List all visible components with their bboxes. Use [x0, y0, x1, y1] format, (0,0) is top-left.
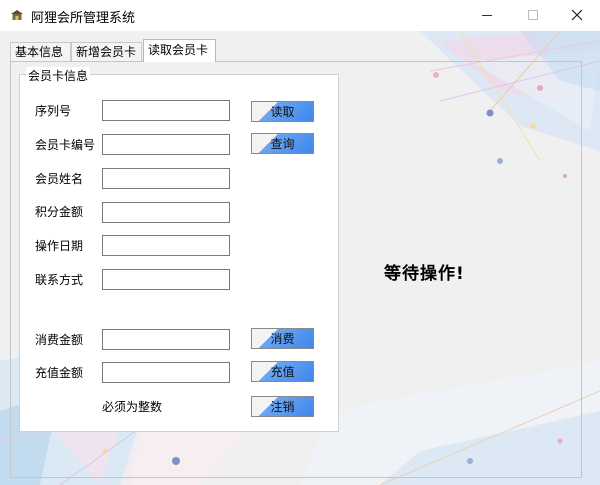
member-name-input[interactable]	[102, 168, 230, 189]
minimize-icon	[481, 14, 492, 16]
serial-number-input[interactable]	[102, 100, 230, 121]
recharge-button[interactable]: 充值	[251, 361, 314, 382]
tab-add-member-card[interactable]: 新增会员卡	[71, 42, 142, 61]
tab-page-read-member-card: 会员卡信息 序列号 读取 会员卡编号 查询 会员姓名 积分金额 操作日期 联系方…	[10, 61, 582, 478]
points-amount-label: 积分金额	[35, 205, 84, 219]
maximize-button[interactable]	[510, 0, 556, 30]
consume-button[interactable]: 消费	[251, 328, 314, 349]
group-title: 会员卡信息	[26, 67, 91, 84]
operation-date-label: 操作日期	[35, 239, 84, 253]
query-button[interactable]: 查询	[251, 133, 314, 154]
cancel-card-button[interactable]: 注销	[251, 396, 314, 417]
member-name-label: 会员姓名	[35, 172, 84, 186]
read-button[interactable]: 读取	[251, 101, 314, 122]
consume-amount-input[interactable]	[102, 329, 230, 350]
points-amount-input[interactable]	[102, 202, 230, 223]
serial-number-label: 序列号	[35, 104, 72, 118]
card-number-label: 会员卡编号	[35, 138, 96, 152]
contact-input[interactable]	[102, 269, 230, 290]
tab-read-member-card[interactable]: 读取会员卡	[143, 39, 216, 62]
contact-label: 联系方式	[35, 273, 84, 287]
operation-date-input[interactable]	[102, 235, 230, 256]
member-card-info-group: 会员卡信息 序列号 读取 会员卡编号 查询 会员姓名 积分金额 操作日期 联系方…	[19, 67, 339, 432]
app-icon	[11, 10, 23, 20]
title-bar: 阿狸会所管理系统	[0, 0, 600, 31]
minimize-button[interactable]	[464, 0, 510, 30]
close-icon	[571, 9, 583, 21]
recharge-amount-input[interactable]	[102, 362, 230, 383]
close-button[interactable]	[554, 0, 600, 30]
integer-hint: 必须为整数	[102, 400, 163, 414]
status-message: 等待操作!	[384, 264, 465, 284]
card-number-input[interactable]	[102, 134, 230, 155]
recharge-amount-label: 充值金额	[35, 366, 84, 380]
window-client-area: 基本信息 新增会员卡 读取会员卡 会员卡信息 序列号 读取 会员卡编号 查询 会…	[0, 31, 600, 485]
consume-amount-label: 消费金额	[35, 333, 84, 347]
window-title: 阿狸会所管理系统	[31, 11, 136, 26]
tab-basic-info[interactable]: 基本信息	[10, 42, 71, 61]
maximize-icon	[527, 9, 538, 20]
